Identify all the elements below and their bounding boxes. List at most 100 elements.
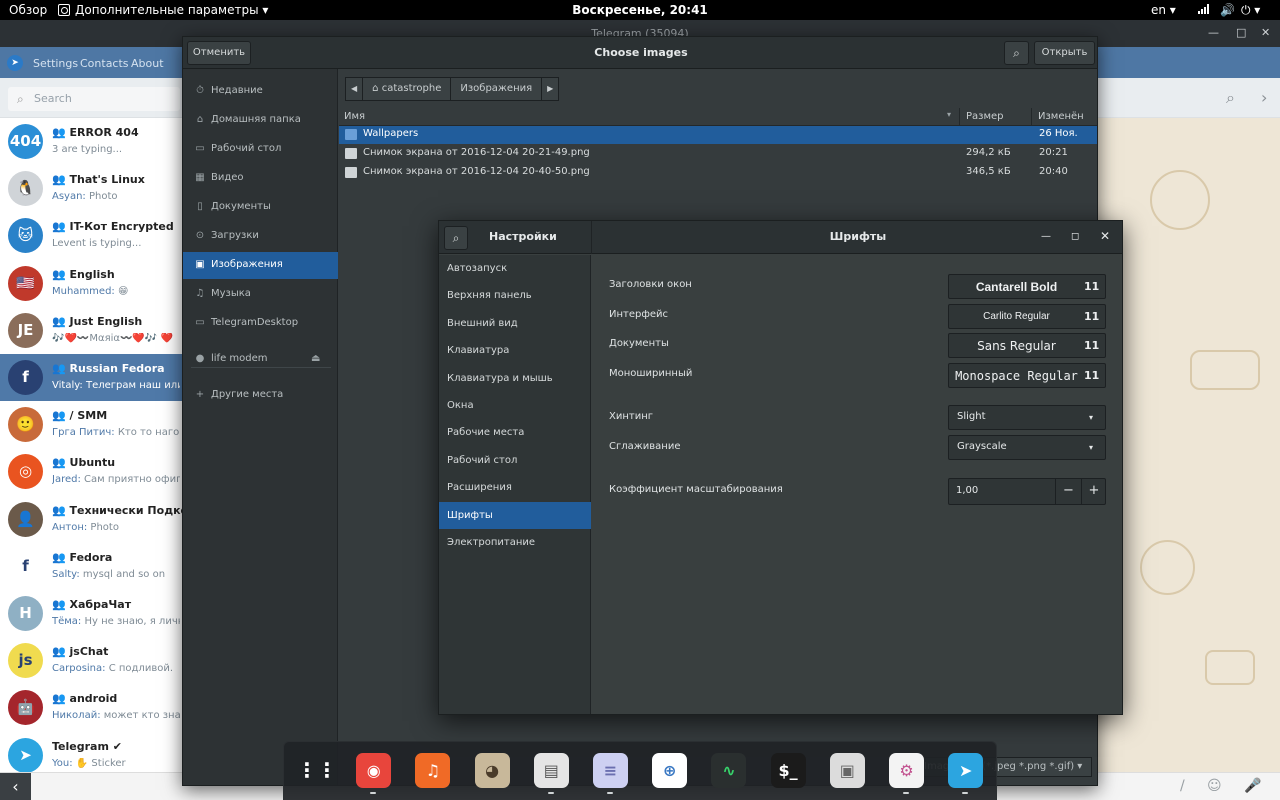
place-1[interactable]: ⏱ Недавние (183, 78, 338, 105)
font-button-monospace[interactable]: Monospace Regular 11 (948, 363, 1106, 388)
place-10[interactable]: ● life modem ⏏ (183, 346, 338, 373)
place-2[interactable]: ⌂ Домашняя папка (183, 107, 338, 134)
eject-icon[interactable]: ⏏ (311, 353, 320, 364)
chat-list-item[interactable]: 🐧 👥 That's Linux Asyan: Photo (0, 165, 182, 212)
maximize-icon[interactable]: ◻ (1071, 231, 1079, 242)
chat-list-item[interactable]: H 👥 ХабраЧат Тёма: Ну не знаю, я лично (0, 590, 182, 637)
path-back-icon[interactable]: ◀ (345, 77, 364, 101)
menu-settings[interactable]: Settings (33, 57, 78, 70)
font-button-interface[interactable]: Carlito Regular 11 (948, 304, 1106, 329)
chat-list-item[interactable]: JE 👥 Just English 🎶❤️〰️Mαяiα〰️❤️🎶 ❤️ (0, 307, 182, 354)
web-icon[interactable]: ⊕ (652, 753, 688, 788)
increase-button[interactable]: + (1081, 479, 1106, 504)
chat-list-item[interactable]: f 👥 Fedora Salty: mysql and so on (0, 543, 182, 590)
chat-list-item[interactable]: 404 👥 ERROR 404 3 are typing... (0, 118, 182, 165)
minimize-icon[interactable]: — (1041, 231, 1051, 242)
music-icon[interactable]: ♫ (415, 753, 451, 788)
running-indicator (903, 792, 909, 794)
power-menu-icon[interactable]: ⏻ ▾ (1241, 3, 1260, 18)
menu-about[interactable]: About (131, 57, 164, 70)
tweak-category[interactable]: Расширения (439, 474, 591, 501)
chrome-icon[interactable]: ◉ (356, 753, 392, 788)
file-row[interactable]: Снимок экрана от 2016-12-04 20-40-50.png… (339, 164, 1097, 182)
terminal-icon[interactable]: $_ (770, 753, 806, 788)
telegram-icon[interactable]: ➤ (948, 753, 984, 788)
network-icon[interactable] (1198, 3, 1210, 17)
column-modified[interactable]: Изменён (1038, 111, 1084, 122)
chat-list-item[interactable]: 🙂 👥 / SMM Грга Питич: Кто то нагонит (0, 401, 182, 448)
tweak-category[interactable]: Рабочие места (439, 419, 591, 446)
path-home-button[interactable]: ⌂ catastrophe (362, 77, 452, 101)
column-size[interactable]: Размер (966, 111, 1004, 122)
chat-list-item[interactable]: f 👥 Russian Fedora Vitaly: Телеграм наш ил… (0, 354, 182, 401)
telegram-search-input[interactable]: ⌕ Search (8, 87, 180, 111)
disks-icon[interactable]: ▣ (829, 753, 865, 788)
file-row[interactable]: Wallpapers 26 Ноя. (339, 126, 1097, 144)
tweak-category[interactable]: Верхняя панель (439, 282, 591, 309)
scaling-factor-input[interactable]: 1,00 (956, 485, 978, 496)
running-indicator (547, 792, 554, 794)
tweak-category[interactable]: Внешний вид (439, 310, 591, 337)
close-icon[interactable]: ✕ (1100, 229, 1110, 243)
place-5[interactable]: ▯ Документы (183, 194, 338, 221)
chat-avatar: ◎ (8, 454, 43, 490)
path-current-button[interactable]: Изображения (450, 77, 543, 101)
open-button[interactable]: Открыть (1034, 41, 1095, 65)
clock[interactable]: Воскресенье, 20:41 (0, 3, 1280, 17)
gimp-icon[interactable]: ◕ (474, 753, 510, 788)
tweak-category[interactable]: Клавиатура и мышь (439, 365, 591, 392)
tweak-category[interactable]: Автозапуск (439, 255, 591, 282)
chat-list-item[interactable]: ◎ 👥 Ubuntu Jared: Сам приятно офигев (0, 448, 182, 495)
text-editor-icon[interactable]: ≡ (593, 753, 628, 788)
chat-list-item[interactable]: 👤 👥 Технически Подкованн Антон: Photo (0, 496, 182, 543)
commands-icon[interactable]: / (1180, 778, 1185, 794)
place-9[interactable]: ▭ TelegramDesktop (183, 310, 338, 337)
system-monitor-icon[interactable]: ∿ (711, 753, 747, 788)
label-antialiasing: Сглаживание (609, 441, 681, 452)
place-label: Недавние (211, 85, 263, 96)
tweak-category[interactable]: Электропитание (439, 529, 591, 556)
maximize-icon[interactable]: □ (1236, 26, 1246, 39)
tweak-category[interactable]: Шрифты (439, 501, 591, 529)
place-7[interactable]: ▣ Изображения (183, 252, 338, 279)
search-icon[interactable]: ⌕ (444, 226, 468, 250)
files-icon[interactable]: ▤ (533, 753, 569, 788)
close-icon[interactable]: ✕ (1261, 26, 1270, 39)
chat-list-item[interactable]: 🐱 👥 IT-Кот Encrypted Levent is typing... (0, 212, 182, 259)
chat-list-item[interactable]: js 👥 jsChat Carposina: С подливой. (0, 637, 182, 684)
search-icon[interactable]: ⌕ (1226, 88, 1235, 108)
place-6[interactable]: ⊙ Загрузки (183, 223, 338, 250)
tweaks-icon[interactable]: ⚙ (889, 753, 924, 788)
chat-list-item[interactable]: 🇺🇸 👥 English Muhammed: 😁 (0, 260, 182, 307)
chat-avatar: js (8, 643, 43, 679)
volume-icon[interactable]: 🔊 (1220, 3, 1235, 17)
microphone-icon[interactable]: 🎤 (1244, 778, 1261, 794)
column-name[interactable]: Имя (344, 111, 365, 122)
emoji-icon[interactable]: ☺ (1207, 778, 1222, 794)
font-button-window-titles[interactable]: Cantarell Bold 11 (948, 274, 1106, 299)
tweak-category[interactable]: Рабочий стол (439, 447, 591, 474)
decrease-button[interactable]: − (1055, 479, 1081, 504)
chat-list-item[interactable]: 🤖 👥 android Николай: может кто знает? (0, 684, 182, 731)
chat-sender: Антон: (52, 521, 91, 533)
search-icon[interactable]: ⌕ (1004, 41, 1029, 65)
antialiasing-dropdown[interactable]: Grayscale ▾ (948, 435, 1106, 460)
keyboard-layout-indicator[interactable]: en ▾ (1151, 3, 1176, 17)
apps-grid-icon[interactable]: ⋮⋮ (297, 753, 332, 788)
hinting-dropdown[interactable]: Slight ▾ (948, 405, 1106, 430)
menu-contacts[interactable]: Contacts (80, 57, 129, 70)
place-8[interactable]: ♫ Музыка (183, 281, 338, 308)
chevron-right-icon[interactable]: › (1261, 88, 1267, 107)
cancel-button[interactable]: Отменить (187, 41, 251, 65)
back-icon[interactable]: ‹ (0, 773, 31, 800)
tweak-category[interactable]: Окна (439, 392, 591, 419)
tweak-category[interactable]: Клавиатура (439, 337, 591, 364)
path-forward-icon[interactable]: ▶ (541, 77, 560, 101)
minimize-icon[interactable]: — (1208, 26, 1219, 39)
place-3[interactable]: ▭ Рабочий стол (183, 136, 338, 163)
font-name: Sans Regular (977, 339, 1056, 353)
file-row[interactable]: Снимок экрана от 2016-12-04 20-21-49.png… (339, 145, 1097, 163)
place-11[interactable]: + Другие места (183, 382, 338, 409)
place-4[interactable]: ▦ Видео (183, 165, 338, 192)
font-button-documents[interactable]: Sans Regular 11 (948, 333, 1106, 358)
